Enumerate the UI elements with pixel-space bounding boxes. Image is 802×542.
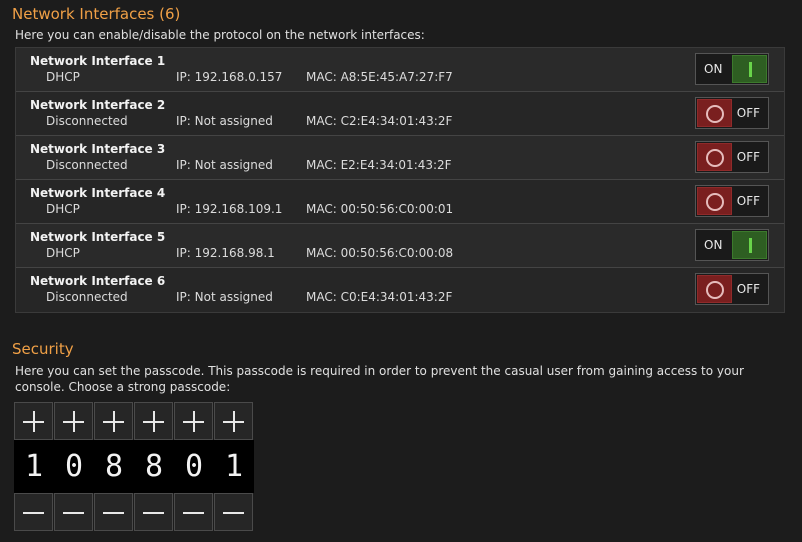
digit-6-decrement-button[interactable] bbox=[214, 493, 253, 531]
interface-mac: MAC: 00:50:56:C0:00:08 bbox=[306, 246, 454, 260]
interface-status: DHCP bbox=[46, 202, 80, 216]
interface-name: Network Interface 4 bbox=[30, 186, 166, 200]
interface-status: Disconnected bbox=[46, 114, 128, 128]
digit-3-increment-button[interactable] bbox=[94, 402, 133, 440]
network-interfaces-title: Network Interfaces (6) bbox=[12, 5, 181, 23]
digit-1-increment-button[interactable] bbox=[14, 402, 53, 440]
interface-name: Network Interface 6 bbox=[30, 274, 166, 288]
interface-ip: IP: 192.168.109.1 bbox=[176, 202, 283, 216]
network-interface-row: Network Interface 6 Disconnected IP: Not… bbox=[16, 268, 784, 312]
toggle-label: OFF bbox=[736, 106, 760, 120]
network-interface-row: Network Interface 1 DHCP IP: 192.168.0.1… bbox=[16, 48, 784, 92]
digit-4-decrement-button[interactable] bbox=[134, 493, 173, 531]
security-title: Security bbox=[12, 340, 74, 358]
toggle-label: OFF bbox=[736, 194, 760, 208]
toggle-label: OFF bbox=[736, 282, 760, 296]
passcode-digit: 0 bbox=[174, 440, 214, 493]
power-off-ring-icon bbox=[697, 275, 732, 303]
power-off-ring-icon bbox=[697, 187, 732, 215]
digit-2-increment-button[interactable] bbox=[54, 402, 93, 440]
digit-5-decrement-button[interactable] bbox=[174, 493, 213, 531]
interface-5-toggle[interactable]: ON bbox=[695, 229, 769, 261]
interface-status: DHCP bbox=[46, 246, 80, 260]
network-interface-row: Network Interface 3 Disconnected IP: Not… bbox=[16, 136, 784, 180]
passcode-digit-column: 1 bbox=[214, 402, 254, 531]
digit-1-decrement-button[interactable] bbox=[14, 493, 53, 531]
interface-ip: IP: 192.168.98.1 bbox=[176, 246, 275, 260]
interface-1-toggle[interactable]: ON bbox=[695, 53, 769, 85]
digit-5-increment-button[interactable] bbox=[174, 402, 213, 440]
toggle-label: ON bbox=[704, 238, 723, 252]
passcode-digit-column: 8 bbox=[134, 402, 174, 531]
interface-mac: MAC: C0:E4:34:01:43:2F bbox=[306, 290, 453, 304]
passcode-digit-column: 0 bbox=[54, 402, 94, 531]
passcode-editor: 1 0 8 8 0 1 bbox=[14, 402, 254, 531]
network-interfaces-description: Here you can enable/disable the protocol… bbox=[15, 28, 425, 42]
interface-name: Network Interface 1 bbox=[30, 54, 166, 68]
power-off-ring-icon bbox=[697, 143, 732, 171]
network-interface-row: Network Interface 4 DHCP IP: 192.168.109… bbox=[16, 180, 784, 224]
power-on-bar-icon bbox=[732, 55, 767, 83]
interface-mac: MAC: C2:E4:34:01:43:2F bbox=[306, 114, 453, 128]
passcode-digit: 8 bbox=[94, 440, 134, 493]
interface-2-toggle[interactable]: OFF bbox=[695, 97, 769, 129]
console-settings-page: Network Interfaces (6) Here you can enab… bbox=[0, 0, 802, 542]
interface-ip: IP: Not assigned bbox=[176, 114, 273, 128]
passcode-digit-column: 8 bbox=[94, 402, 134, 531]
network-interface-list: Network Interface 1 DHCP IP: 192.168.0.1… bbox=[15, 47, 785, 313]
interface-status: DHCP bbox=[46, 70, 80, 84]
power-on-bar-icon bbox=[732, 231, 767, 259]
interface-status: Disconnected bbox=[46, 158, 128, 172]
interface-mac: MAC: 00:50:56:C0:00:01 bbox=[306, 202, 454, 216]
interface-mac: MAC: A8:5E:45:A7:27:F7 bbox=[306, 70, 453, 84]
passcode-digit-column: 0 bbox=[174, 402, 214, 531]
interface-name: Network Interface 2 bbox=[30, 98, 166, 112]
passcode-digit: 1 bbox=[14, 440, 54, 493]
interface-4-toggle[interactable]: OFF bbox=[695, 185, 769, 217]
interface-name: Network Interface 3 bbox=[30, 142, 166, 156]
interface-6-toggle[interactable]: OFF bbox=[695, 273, 769, 305]
network-interface-row: Network Interface 5 DHCP IP: 192.168.98.… bbox=[16, 224, 784, 268]
interface-mac: MAC: E2:E4:34:01:43:2F bbox=[306, 158, 452, 172]
toggle-label: OFF bbox=[736, 150, 760, 164]
digit-4-increment-button[interactable] bbox=[134, 402, 173, 440]
interface-status: Disconnected bbox=[46, 290, 128, 304]
security-description: Here you can set the passcode. This pass… bbox=[15, 364, 744, 394]
passcode-digit: 0 bbox=[54, 440, 94, 493]
digit-6-increment-button[interactable] bbox=[214, 402, 253, 440]
passcode-digit: 1 bbox=[214, 440, 254, 493]
interface-ip: IP: 192.168.0.157 bbox=[176, 70, 283, 84]
interface-name: Network Interface 5 bbox=[30, 230, 166, 244]
interface-ip: IP: Not assigned bbox=[176, 290, 273, 304]
interface-ip: IP: Not assigned bbox=[176, 158, 273, 172]
toggle-label: ON bbox=[704, 62, 723, 76]
digit-2-decrement-button[interactable] bbox=[54, 493, 93, 531]
passcode-digit-column: 1 bbox=[14, 402, 54, 531]
interface-3-toggle[interactable]: OFF bbox=[695, 141, 769, 173]
network-interface-row: Network Interface 2 Disconnected IP: Not… bbox=[16, 92, 784, 136]
passcode-digit: 8 bbox=[134, 440, 174, 493]
power-off-ring-icon bbox=[697, 99, 732, 127]
digit-3-decrement-button[interactable] bbox=[94, 493, 133, 531]
